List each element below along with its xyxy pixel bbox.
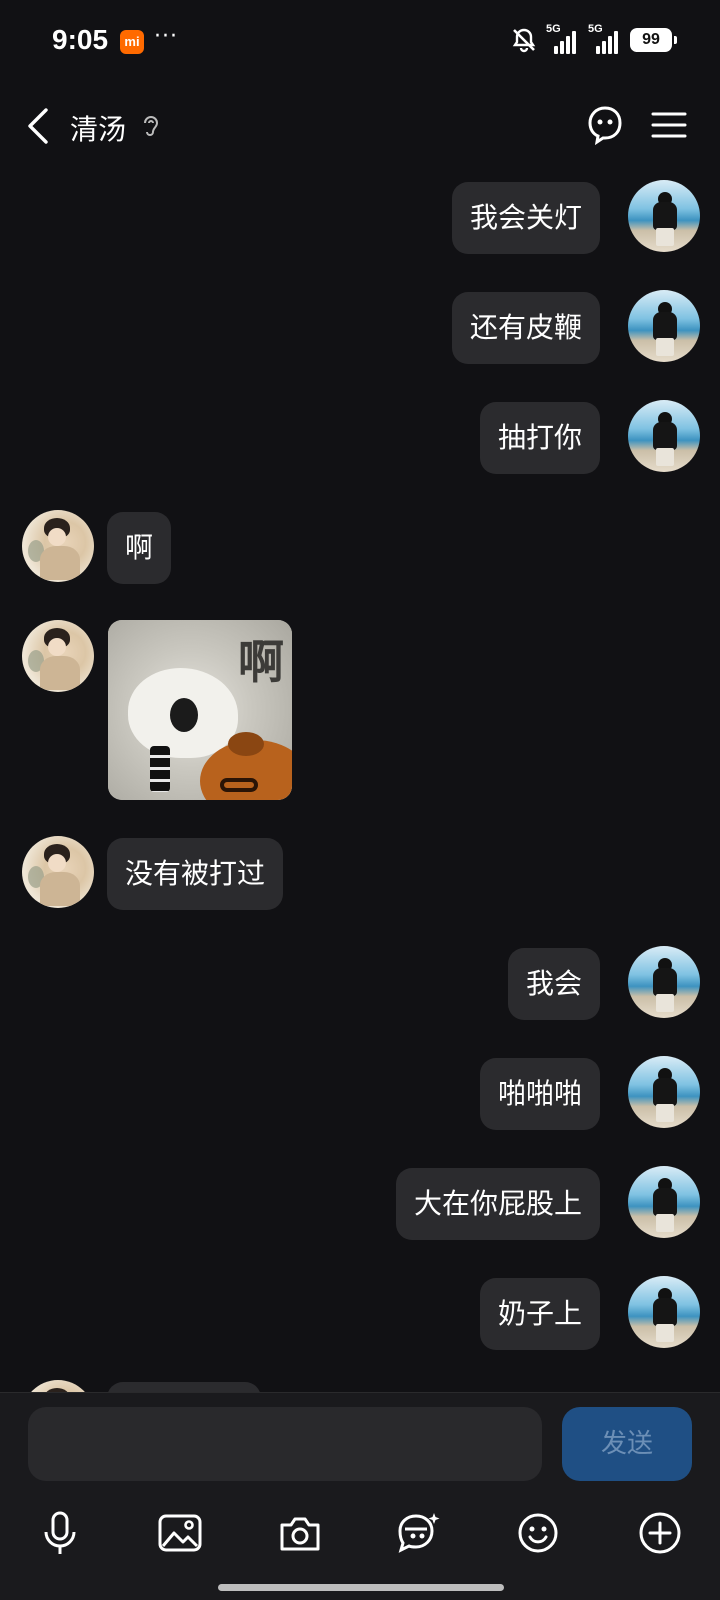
message-bubble[interactable]: 啊: [107, 512, 172, 584]
photo-button[interactable]: [150, 1503, 210, 1563]
status-indicators: 5G 5G 99: [510, 23, 677, 56]
send-button[interactable]: 发送: [562, 1407, 692, 1481]
message-row: 还有皮鞭: [0, 290, 720, 364]
sticker-button[interactable]: [388, 1503, 448, 1563]
message-input[interactable]: [28, 1407, 542, 1481]
message-bubble[interactable]: 大在你屁股上: [395, 1168, 600, 1240]
mi-app-icon: mi: [120, 30, 144, 54]
back-button[interactable]: [22, 104, 62, 148]
message-row: 啪啪啪: [0, 1056, 720, 1130]
message-row: 抽打你: [0, 400, 720, 474]
contact-avatar[interactable]: [22, 836, 94, 908]
composer: 发送: [0, 1392, 720, 1600]
camera-icon: [280, 1517, 320, 1551]
chat-header: 清汤: [0, 90, 720, 162]
back-icon: [28, 108, 48, 144]
message-bubble[interactable]: 啪啪啪: [479, 1058, 600, 1130]
my-avatar[interactable]: [628, 946, 700, 1018]
voice-button[interactable]: [30, 1503, 90, 1563]
message-row: 大在你屁股上: [0, 1166, 720, 1240]
message-row: 没有被打过: [0, 836, 720, 910]
message-row: 我会: [0, 946, 720, 1020]
my-avatar[interactable]: [628, 400, 700, 472]
my-avatar[interactable]: [628, 1166, 700, 1238]
message-row-partial: [0, 1380, 720, 1392]
more-notifications-icon: ···: [154, 24, 178, 49]
status-bar: 9:05 mi ··· 5G 5G 99: [0, 0, 720, 80]
battery-indicator: 99: [630, 28, 677, 52]
my-avatar[interactable]: [628, 1056, 700, 1128]
image-icon: [158, 1514, 202, 1552]
message-row: 啊: [0, 510, 720, 584]
camera-button[interactable]: [270, 1503, 330, 1563]
my-avatar[interactable]: [628, 290, 700, 362]
message-row: 奶子上: [0, 1276, 720, 1350]
message-row: 我会关灯: [0, 180, 720, 254]
contact-avatar[interactable]: [22, 1380, 94, 1392]
status-time: 9:05: [52, 24, 109, 55]
contact-avatar[interactable]: [22, 620, 94, 692]
message-bubble[interactable]: 我会关灯: [451, 182, 600, 254]
emoji-icon: [518, 1513, 558, 1553]
message-list[interactable]: 我会关灯 还有皮鞭 抽打你 啊 啊 没有被打过 我会 啪啪啪 大在你屁股上 奶子…: [0, 180, 720, 1392]
my-avatar[interactable]: [628, 1276, 700, 1348]
ghost-icon: [588, 106, 622, 146]
microphone-icon: [44, 1511, 76, 1554]
message-bubble[interactable]: 奶子上: [479, 1278, 600, 1350]
composer-toolbar: [0, 1503, 720, 1565]
emoji-button[interactable]: [508, 1503, 568, 1563]
message-row: 啊: [0, 620, 720, 800]
plus-icon: [639, 1512, 681, 1554]
menu-button[interactable]: [644, 100, 694, 150]
message-bubble[interactable]: 我会: [507, 948, 600, 1020]
my-avatar[interactable]: [628, 180, 700, 252]
contact-avatar[interactable]: [22, 510, 94, 582]
ear-icon: [144, 116, 159, 136]
signal-1-icon: 5G: [546, 23, 580, 54]
message-bubble[interactable]: 还有皮鞭: [451, 292, 600, 364]
menu-icon: [651, 112, 687, 138]
contact-name[interactable]: 清汤: [70, 108, 126, 148]
signal-2-icon: 5G: [588, 23, 622, 54]
message-bubble[interactable]: [107, 1382, 261, 1392]
ghost-button[interactable]: [580, 100, 630, 150]
sticker-message[interactable]: 啊: [108, 620, 292, 800]
more-options-button[interactable]: [630, 1503, 690, 1563]
home-indicator[interactable]: [218, 1584, 504, 1591]
sticker-caption: 啊: [238, 635, 284, 689]
message-bubble[interactable]: 抽打你: [479, 402, 600, 474]
sticker-icon: [398, 1513, 440, 1553]
message-bubble[interactable]: 没有被打过: [107, 838, 284, 910]
mute-bell-icon: [512, 28, 536, 53]
